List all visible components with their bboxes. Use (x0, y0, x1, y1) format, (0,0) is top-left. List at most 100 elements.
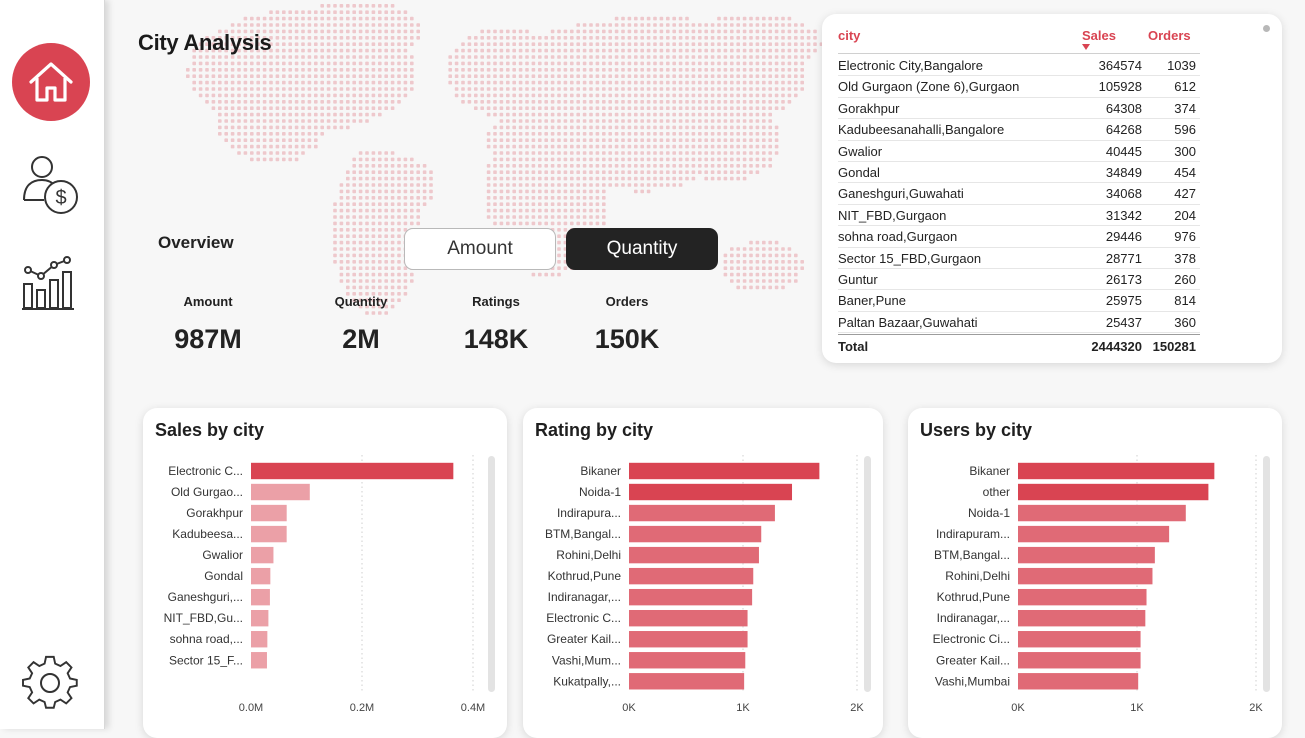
cell-city: Kadubeesanahalli,Bangalore (838, 122, 1005, 138)
cell-sales: 34068 (1105, 186, 1142, 202)
category-label: Rohini,Delhi (556, 548, 621, 562)
x-tick-label: 0K (622, 702, 636, 714)
bar[interactable] (1018, 504, 1186, 522)
bar[interactable] (629, 631, 748, 648)
kpi-label: Quantity (334, 294, 388, 309)
bar[interactable] (251, 652, 267, 669)
category-label: NIT_FBD,Gu... (164, 611, 243, 625)
column-header-city[interactable]: city (838, 28, 860, 43)
bar[interactable] (251, 525, 287, 543)
cell-orders: 612 (1174, 79, 1196, 95)
category-label: Noida-1 (968, 506, 1010, 520)
table-row[interactable]: Gondal 34849 454 (838, 161, 1200, 184)
bar[interactable] (1018, 462, 1215, 480)
bar[interactable] (1018, 483, 1209, 501)
cell-city: Electronic City,Bangalore (838, 58, 983, 73)
table-row[interactable]: Old Gurgaon (Zone 6),Gurgaon 105928 612 (838, 75, 1200, 98)
table-row[interactable]: Electronic City,Bangalore 364574 1039 (838, 54, 1200, 77)
bar[interactable] (629, 567, 754, 585)
rating-by-city-card: Rating by city 0K 1K 2K Bikaner Noida-1 Indir… (523, 408, 883, 738)
category-label: BTM,Bangal... (545, 527, 621, 541)
category-label: Bikaner (580, 464, 621, 478)
cell-city: Gondal (838, 165, 880, 180)
table-row[interactable]: Gorakhpur 64308 374 (838, 97, 1200, 120)
cell-city: Sector 15_FBD,Gurgaon (838, 250, 982, 266)
cell-city: Gwalior (838, 143, 883, 159)
total-sales: 2444320 (1091, 339, 1142, 354)
table-row[interactable]: sohna road,Gurgaon 29446 976 (838, 225, 1200, 248)
home-icon (29, 62, 73, 102)
cell-sales: 34849 (1105, 165, 1142, 180)
category-label: Electronic C... (168, 464, 243, 478)
quantity-toggle-button[interactable]: Quantity (566, 228, 718, 270)
cell-sales: 26173 (1105, 272, 1142, 287)
table-row[interactable]: Baner,Pune 25975 814 (838, 289, 1200, 312)
kpi-value: 150K (594, 324, 660, 354)
nav-settings-button[interactable] (22, 655, 78, 716)
bar[interactable] (629, 525, 762, 543)
bar[interactable] (251, 631, 268, 648)
cell-city: Baner,Pune (838, 293, 906, 309)
cell-orders: 454 (1174, 165, 1196, 180)
rating-by-city-chart: 0K 1K 2K Bikaner Noida-1 Indirapura... BTM,Ban… (545, 455, 864, 714)
table-row[interactable]: Paltan Bazaar,Guwahati 25437 360 (838, 311, 1200, 334)
bar[interactable] (251, 567, 271, 585)
bar[interactable] (1018, 609, 1146, 627)
category-label: Noida-1 (579, 485, 621, 499)
cell-orders: 300 (1174, 143, 1196, 159)
bar[interactable] (629, 462, 820, 480)
bar[interactable] (251, 609, 269, 627)
bar[interactable] (1018, 631, 1141, 648)
category-label: Greater Kail... (547, 632, 621, 646)
bar[interactable] (629, 588, 753, 606)
cell-orders: 427 (1174, 186, 1196, 202)
bar[interactable] (1018, 588, 1147, 606)
bar[interactable] (1018, 546, 1155, 564)
cell-orders: 814 (1174, 293, 1196, 309)
bar[interactable] (251, 546, 274, 564)
kpi-orders: Orders 150K (567, 294, 687, 355)
category-label: Electronic Ci... (933, 632, 1010, 646)
bar[interactable] (1018, 673, 1139, 690)
x-tick-label: 1K (736, 702, 750, 714)
bar[interactable] (251, 588, 270, 606)
amount-toggle-button[interactable]: Amount (404, 228, 556, 270)
column-header-sales[interactable]: Sales (1082, 28, 1116, 50)
category-label: Gorakhpur (186, 506, 243, 520)
x-tick-label: 0K (1011, 702, 1025, 714)
bar[interactable] (251, 483, 310, 501)
table-row[interactable]: NIT_FBD,Gurgaon 31342 204 (838, 204, 1200, 227)
chart-scrollbar[interactable] (864, 456, 871, 692)
bar[interactable] (629, 609, 748, 627)
table-row[interactable]: Ganeshguri,Guwahati 34068 427 (838, 182, 1200, 205)
bar-line-chart-icon (22, 256, 74, 310)
table-row[interactable]: Gwalior 40445 300 (838, 140, 1200, 162)
category-label: Electronic C... (546, 611, 621, 625)
nav-home-button[interactable] (12, 43, 90, 121)
chart-scrollbar[interactable] (1263, 456, 1270, 692)
bar[interactable] (629, 546, 759, 564)
bar[interactable] (629, 483, 793, 501)
column-header-orders[interactable]: Orders (1148, 28, 1191, 43)
bar[interactable] (1018, 525, 1170, 543)
chart-scrollbar[interactable] (488, 456, 495, 692)
table-row[interactable]: Guntur 26173 260 (838, 268, 1200, 291)
total-label: Total (838, 339, 869, 354)
bar[interactable] (251, 462, 454, 480)
bar[interactable] (629, 673, 745, 690)
bar[interactable] (629, 652, 746, 669)
bar[interactable] (251, 504, 287, 522)
table-row[interactable]: Sector 15_FBD,Gurgaon 28771 378 (838, 247, 1200, 269)
nav-customers-button[interactable]: $ (20, 152, 84, 221)
category-label: Indirapura... (557, 506, 621, 520)
bar[interactable] (629, 504, 775, 522)
x-tick-label: 2K (850, 702, 864, 714)
cell-sales: 25437 (1105, 314, 1142, 330)
cell-orders: 378 (1174, 250, 1196, 266)
bar[interactable] (1018, 652, 1141, 669)
cell-city: NIT_FBD,Gurgaon (838, 207, 947, 223)
nav-trends-button[interactable] (20, 254, 76, 317)
table-row[interactable]: Kadubeesanahalli,Bangalore 64268 596 (838, 118, 1200, 141)
table-scrollbar[interactable] (1263, 25, 1270, 32)
bar[interactable] (1018, 567, 1153, 585)
